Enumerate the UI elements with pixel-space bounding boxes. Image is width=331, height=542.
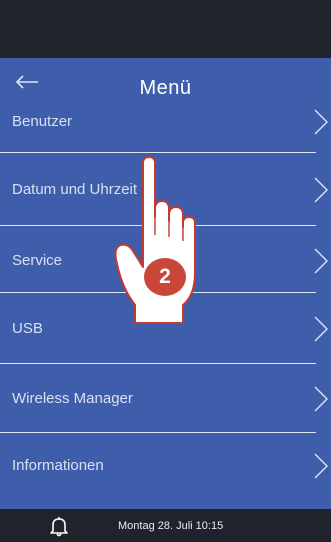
divider bbox=[0, 152, 316, 153]
status-datetime: Montag 28. Juli 10:15 bbox=[118, 520, 224, 532]
top-bar bbox=[0, 0, 331, 58]
status-bar: Montag 28. Juli 10:15 bbox=[0, 509, 331, 542]
menu-item-label: Service bbox=[12, 252, 63, 269]
chevron-right-icon bbox=[314, 453, 328, 479]
divider bbox=[0, 432, 316, 433]
menu-item-label: Informationen bbox=[12, 457, 104, 474]
menu-item-benutzer[interactable]: Benutzer bbox=[0, 94, 331, 150]
menu-item-label: Wireless Manager bbox=[12, 390, 133, 407]
menu-header: Menü bbox=[0, 58, 331, 99]
chevron-right-icon bbox=[314, 248, 328, 274]
notifications-button[interactable] bbox=[48, 515, 70, 537]
menu-item-wireless-manager[interactable]: Wireless Manager bbox=[0, 369, 331, 429]
bell-icon bbox=[50, 517, 68, 537]
menu-item-informationen[interactable]: Informationen bbox=[0, 436, 331, 496]
chevron-right-icon bbox=[314, 109, 328, 135]
step-number-badge: 2 bbox=[144, 258, 186, 296]
divider bbox=[0, 363, 316, 364]
menu-item-label: USB bbox=[12, 320, 43, 337]
chevron-right-icon bbox=[314, 386, 328, 412]
device-screen: Menü Benutzer Datum und Uhrzeit Service … bbox=[0, 0, 331, 542]
chevron-right-icon bbox=[314, 316, 328, 342]
menu-item-label: Benutzer bbox=[12, 113, 73, 130]
hand-pointer-icon bbox=[114, 156, 196, 324]
chevron-right-icon bbox=[314, 177, 328, 203]
